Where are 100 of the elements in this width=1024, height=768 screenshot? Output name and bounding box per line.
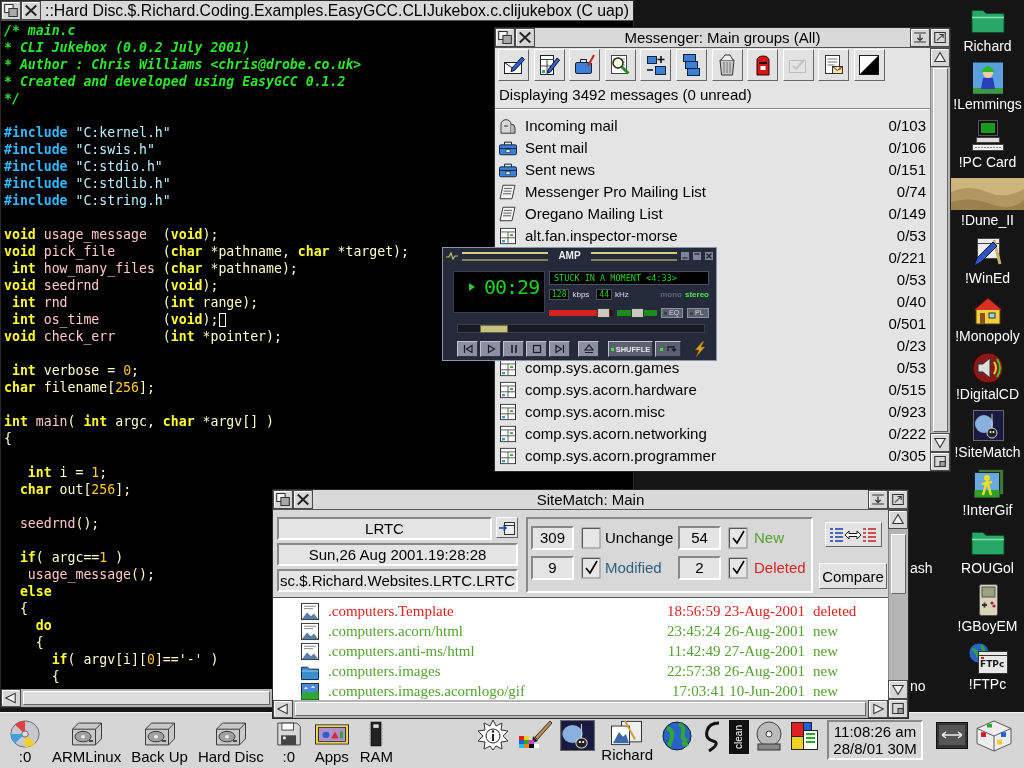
- site-menu-button[interactable]: [496, 517, 518, 538]
- right-arrow-icon[interactable]: [868, 700, 888, 718]
- channel-mode[interactable]: stereo: [685, 289, 709, 300]
- toolbar-button[interactable]: [675, 49, 707, 81]
- desktop-shortcut[interactable]: Richard: [951, 0, 1024, 58]
- squares-icon[interactable]: [1, 1, 21, 20]
- iconbar-item[interactable]: :0: [8, 720, 42, 765]
- close-icon[interactable]: [515, 28, 535, 47]
- diagonal-arrow-icon[interactable]: [930, 28, 950, 47]
- toolbar-button[interactable]: [640, 49, 672, 81]
- play-button[interactable]: [480, 341, 501, 357]
- filter-checkbox[interactable]: [728, 527, 748, 549]
- iconbar-item[interactable]: Apps: [313, 720, 350, 765]
- group-name[interactable]: Incoming mail: [525, 118, 618, 134]
- clock-panel[interactable]: 11:08:26 am 28/8/01 30M: [827, 720, 923, 760]
- bars-icon[interactable]: [868, 490, 888, 509]
- toolbar-button[interactable]: [498, 49, 529, 81]
- pause-button[interactable]: [503, 341, 524, 357]
- file-name[interactable]: .computers.Template: [328, 602, 454, 620]
- iconbar-item[interactable]: Hard Disc: [197, 720, 264, 765]
- site-name-field[interactable]: LRTC: [277, 517, 492, 540]
- group-name[interactable]: comp.sys.acorn.programmer: [525, 448, 716, 464]
- seek-slider[interactable]: [457, 324, 705, 333]
- group-name[interactable]: comp.sys.acorn.misc: [525, 404, 666, 420]
- group-name[interactable]: Sent news: [525, 162, 596, 178]
- up-arrow-icon[interactable]: [930, 48, 950, 67]
- compare-mode-button[interactable]: [824, 522, 882, 547]
- minimize-icon[interactable]: [681, 252, 689, 260]
- left-arrow-icon[interactable]: [273, 700, 293, 718]
- group-name[interactable]: Oregano Mailing List: [525, 206, 663, 222]
- iconbar-item[interactable]: [559, 720, 596, 752]
- iconbar-item[interactable]: [789, 720, 821, 752]
- toolbar-button[interactable]: [853, 49, 885, 81]
- seek-thumb[interactable]: [479, 325, 508, 333]
- desktop-shortcut[interactable]: !GBoyEM: [951, 580, 1024, 638]
- filter-checkbox[interactable]: [581, 527, 601, 549]
- app-tile[interactable]: clean: [729, 720, 749, 754]
- message-count: 0/23: [896, 338, 926, 354]
- iconbar-item[interactable]: Back Up: [131, 720, 188, 765]
- iconbar-item[interactable]: :0: [273, 720, 304, 765]
- up-arrow-icon[interactable]: [888, 510, 908, 529]
- iconbar-item[interactable]: Richard: [601, 720, 653, 763]
- stop-button[interactable]: [526, 341, 547, 357]
- next-button[interactable]: [549, 341, 570, 357]
- iconbar-item[interactable]: [659, 720, 695, 752]
- iconbar-item[interactable]: RAM: [359, 720, 394, 765]
- filter-checkbox[interactable]: [728, 557, 748, 579]
- file-status: deleted: [813, 602, 857, 620]
- group-name[interactable]: comp.sys.acorn.hardware: [525, 382, 697, 398]
- desktop-shortcut[interactable]: !InterGif: [951, 464, 1024, 522]
- iconbar-item[interactable]: ARMLinux: [52, 720, 122, 765]
- desktop-shortcut[interactable]: ROUGol: [951, 522, 1024, 580]
- desktop-shortcut[interactable]: FTPc !FTPc: [951, 638, 1024, 696]
- bars-icon[interactable]: [910, 28, 930, 47]
- toolbar-button[interactable]: [711, 49, 743, 81]
- resize-icon[interactable]: [888, 699, 908, 718]
- desktop-shortcut[interactable]: !DigitalCD: [951, 348, 1024, 406]
- group-name[interactable]: comp.sys.acorn.networking: [525, 426, 707, 442]
- toolbar-button[interactable]: [533, 49, 565, 81]
- previous-button[interactable]: [457, 341, 478, 357]
- diagonal-arrow-icon[interactable]: [888, 490, 908, 509]
- bitrate-value: 128: [549, 289, 570, 300]
- scroll-thumb[interactable]: [891, 534, 906, 594]
- group-name[interactable]: Messenger Pro Mailing List: [525, 184, 706, 200]
- close-icon[interactable]: [293, 490, 313, 509]
- left-arrow-icon[interactable]: [1, 689, 21, 707]
- title-bar[interactable]: Messenger: Main groups (All): [495, 28, 950, 48]
- toolbar-button[interactable]: [818, 49, 850, 81]
- filter-checkbox[interactable]: [581, 557, 601, 579]
- squares-icon[interactable]: [495, 28, 515, 47]
- desktop-shortcut[interactable]: !Lemmings: [951, 58, 1024, 116]
- close-icon[interactable]: [21, 1, 41, 20]
- down-arrow-icon[interactable]: [930, 433, 950, 452]
- toolbar-button[interactable]: [569, 49, 601, 81]
- desktop-shortcut[interactable]: !SiteMatch: [951, 406, 1024, 464]
- player-title-bar[interactable]: AMP: [446, 250, 713, 262]
- desktop-shortcut[interactable]: !Monopoly: [951, 290, 1024, 348]
- squares-icon[interactable]: [273, 490, 293, 509]
- balance-thumb[interactable]: [630, 308, 644, 318]
- desktop-shortcut[interactable]: !PC Card: [951, 116, 1024, 174]
- group-name[interactable]: comp.sys.acorn.games: [525, 360, 680, 376]
- iconbar-item[interactable]: [935, 720, 969, 752]
- title-bar[interactable]: SiteMatch: Main: [273, 490, 908, 510]
- contrast-icon: [857, 53, 882, 77]
- group-name[interactable]: alt.fan.inspector-morse: [525, 228, 678, 244]
- toolbar-button[interactable]: [604, 49, 636, 81]
- group-name[interactable]: Sent mail: [525, 140, 588, 156]
- toolbar-button[interactable]: [747, 49, 779, 81]
- scroll-bar[interactable]: [888, 529, 908, 680]
- eject-button[interactable]: [578, 341, 599, 357]
- balance-slider[interactable]: [617, 310, 657, 316]
- repeat-button[interactable]: [655, 341, 681, 357]
- desktop-shortcut[interactable]: !Dune_II: [951, 174, 1024, 232]
- iconbar-item[interactable]: [755, 720, 783, 752]
- compare-button[interactable]: Compare: [819, 563, 887, 589]
- resize-icon[interactable]: [930, 452, 950, 471]
- shade-icon[interactable]: [693, 252, 701, 260]
- down-arrow-icon[interactable]: [888, 680, 908, 699]
- desktop-shortcut[interactable]: !WinEd: [951, 232, 1024, 290]
- volume-thumb[interactable]: [597, 308, 611, 318]
